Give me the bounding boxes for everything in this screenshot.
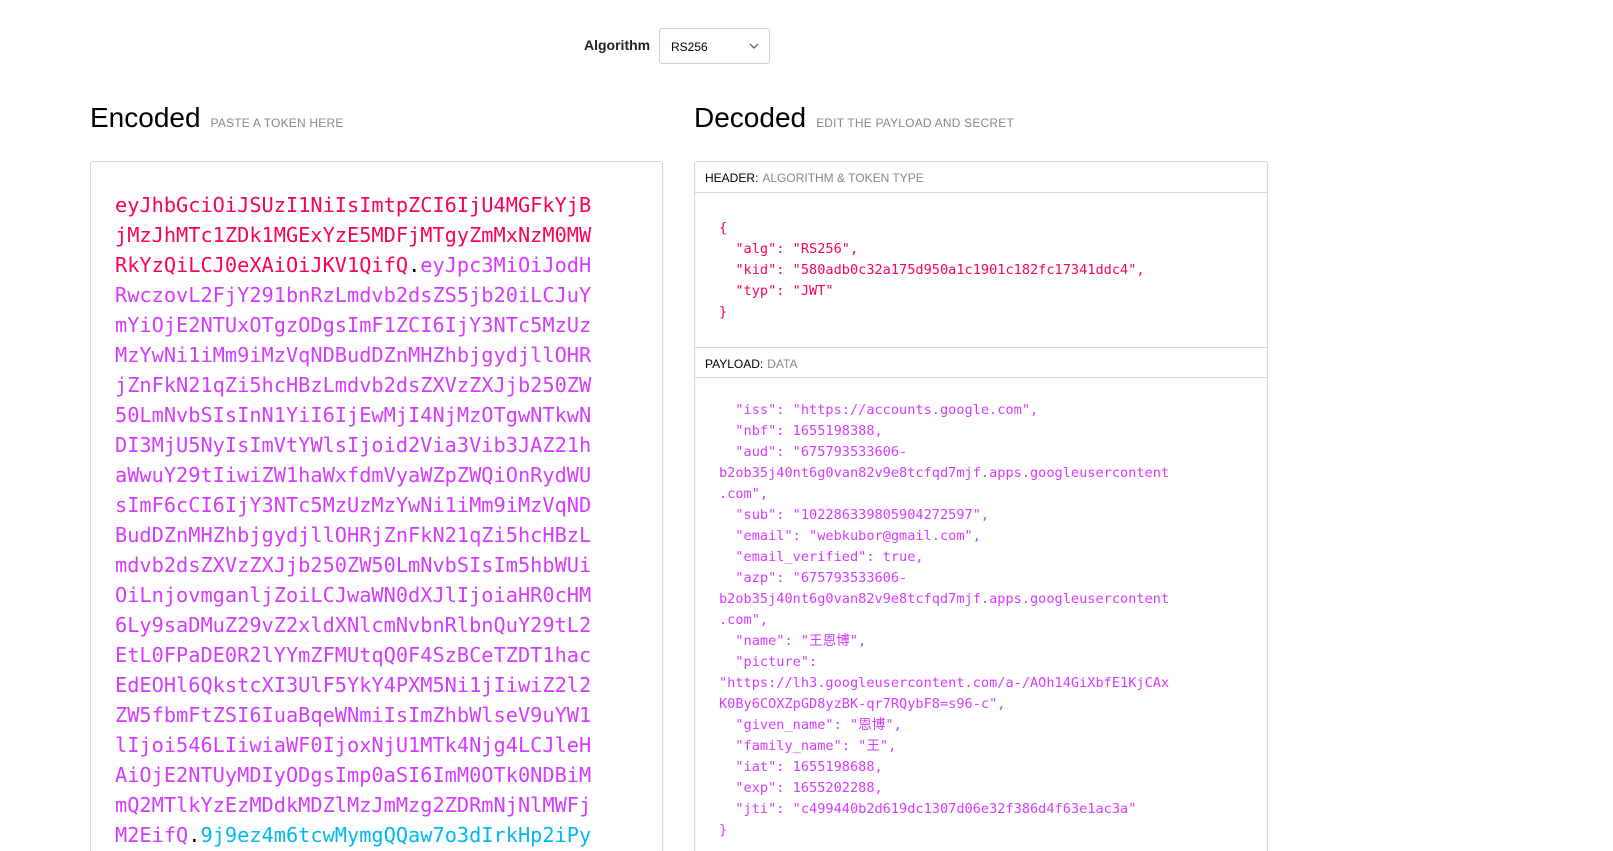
token-payload-segment: eyJpc3MiOiJodH (420, 253, 592, 277)
header-json-editor[interactable]: { "alg": "RS256", "kid": "580adb0c32a175… (719, 218, 1145, 323)
token-payload-segment: mdvb2dsZXVzZXJjb250ZW50LmNvbSIsIm5hbWUi (115, 553, 592, 577)
token-payload-segment: mYiOjE2NTUxOTgzODgsImF1ZCI6IjY3NTc5MzUz (115, 313, 592, 337)
header-section-label: HEADER: ALGORITHM & TOKEN TYPE (705, 171, 924, 185)
token-payload-segment: sImF6cCI6IjY3NTc5MzUzMzYwNi1iMm9iMzVqND (115, 493, 592, 517)
token-payload-segment: jZnFkN21qZi5hcHBzLmdvb2dsZXVzZXJjb250ZW (115, 373, 592, 397)
token-signature-segment: 9j9ez4m6tcwMymgQQaw7o3dIrkHp2iPy (200, 823, 592, 847)
token-payload-segment: ZW5fbmFtZSI6IuaBqeWNmiIsImZhbWlseV9uYW1 (115, 703, 592, 727)
encoded-subtitle: PASTE A TOKEN HERE (210, 116, 344, 130)
token-payload-segment: M2EifQ (115, 823, 189, 847)
token-payload-segment: DI3MjU5NyIsImVtYWlsIjoid2Via3Vib3JAZ21h (115, 433, 592, 457)
payload-sublabel: DATA (767, 357, 798, 371)
decoded-title: Decoded (694, 102, 807, 133)
decoded-heading: Decoded EDIT THE PAYLOAD AND SECRET (694, 102, 1014, 138)
token-payload-segment: AiOjE2NTUyMDIyODgsImp0aSI6ImM0OTk0NDBiM (115, 763, 592, 787)
chevron-down-icon (749, 43, 759, 49)
payload-section-bar: PAYLOAD: DATA (695, 347, 1267, 378)
algorithm-select-value: RS256 (671, 40, 708, 54)
token-payload-segment: EdEOHl6QkstcXI3UlF5YkY4PXM5Ni1jIiwiZ2l2 (115, 673, 592, 697)
decoded-panel: HEADER: ALGORITHM & TOKEN TYPE { "alg": "… (694, 161, 1268, 851)
algorithm-label: Algorithm (584, 37, 651, 53)
payload-json-editor[interactable]: "iss": "https://accounts.google.com", "n… (719, 400, 1169, 841)
decoded-subtitle: EDIT THE PAYLOAD AND SECRET (816, 116, 1014, 130)
encoded-token-text[interactable]: eyJhbGciOiJSUzI1NiIsImtpZCI6IjU4MGFkYjB … (115, 190, 595, 850)
token-payload-segment: BudDZnMHZhbjgydjllOHRjZnFkN21qZi5hcHBzL (115, 523, 592, 547)
payload-section-label: PAYLOAD: DATA (705, 357, 797, 371)
header-label: HEADER: (705, 171, 759, 185)
token-header-segment: RkYzQiLCJ0eXAiOiJKV1QifQ (115, 253, 409, 277)
token-header-segment: jMzJhMTc1ZDk1MGExYzE5MDFjMTgyZmMxNzM0MW (115, 223, 592, 247)
token-payload-segment: aWwuY29tIiwiZW1haWxfdmVyaWZpZWQiOnRydWU (115, 463, 592, 487)
token-payload-segment: OiLnjovmganljZoiLCJwaWN0dXJlIjoiaHR0cHM (115, 583, 592, 607)
token-payload-segment: 6Ly9saDMuZ29vZ2xldXNlcmNvbnRlbnQuY29tL2 (115, 613, 592, 637)
token-dot: . (408, 253, 421, 277)
encoded-title: Encoded (90, 102, 201, 133)
encoded-token-editor[interactable]: eyJhbGciOiJSUzI1NiIsImtpZCI6IjU4MGFkYjB … (90, 161, 663, 851)
token-payload-segment: EtL0FPaDE0R2lYYmZFMUtqQ0F4SzBCeTZDT1hac (115, 643, 592, 667)
token-payload-segment: RwczovL2FjY291bnRzLmdvb2dsZS5jb20iLCJuY (115, 283, 592, 307)
token-payload-segment: MzYwNi1iMm9iMzVqNDBudDZnMHZhbjgydjllOHR (115, 343, 592, 367)
token-payload-segment: 50LmNvbSIsInN1YiI6IjEwMjI4NjMzOTgwNTkwN (115, 403, 592, 427)
token-dot: . (188, 823, 201, 847)
token-header-segment: eyJhbGciOiJSUzI1NiIsImtpZCI6IjU4MGFkYjB (115, 193, 592, 217)
payload-label: PAYLOAD: (705, 357, 764, 371)
algorithm-select[interactable]: RS256 (659, 28, 770, 64)
header-section-bar: HEADER: ALGORITHM & TOKEN TYPE (695, 162, 1267, 193)
jwt-debugger: Algorithm RS256 Encoded PASTE A TOKEN HER… (0, 0, 1613, 851)
token-payload-segment: lIjoi546LIiwiaWF0IjoxNjU1MTk4Njg4LCJleH (115, 733, 592, 757)
token-payload-segment: mQ2MTlkYzEzMDdkMDZlMzJmMzg2ZDRmNjNlMWFj (115, 793, 592, 817)
encoded-heading: Encoded PASTE A TOKEN HERE (90, 102, 344, 138)
algorithm-row: Algorithm RS256 (0, 28, 1613, 66)
header-sublabel: ALGORITHM & TOKEN TYPE (762, 171, 924, 185)
